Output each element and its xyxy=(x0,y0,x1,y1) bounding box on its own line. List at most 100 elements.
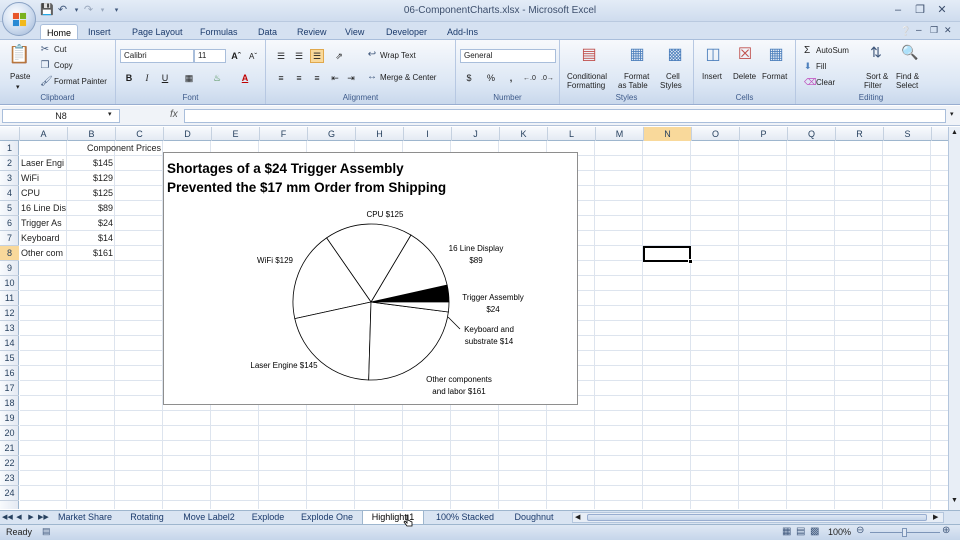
row-header-1[interactable]: 1 xyxy=(0,141,19,156)
column-header-l[interactable]: L xyxy=(548,127,596,141)
align-right-icon[interactable]: ≡ xyxy=(310,71,324,85)
pie-chart[interactable]: Shortages of a $24 Trigger Assembly Prev… xyxy=(163,152,578,405)
scroll-up-icon[interactable]: ▲ xyxy=(951,129,958,136)
row-header-5[interactable]: 5 xyxy=(0,201,19,216)
row-header-16[interactable]: 16 xyxy=(0,366,19,381)
column-header-b[interactable]: B xyxy=(68,127,116,141)
find-select-icon[interactable]: 🔍 xyxy=(900,44,920,61)
horizontal-scrollbar[interactable]: ◀ ▶ xyxy=(572,512,944,523)
save-icon[interactable]: 💾 xyxy=(40,4,54,17)
row-header-24[interactable]: 24 xyxy=(0,486,19,501)
redo-dropdown-icon[interactable]: ▾ xyxy=(96,4,109,17)
format-as-table-label[interactable]: Format xyxy=(624,72,649,81)
restore-icon[interactable]: ❐ xyxy=(912,3,928,17)
paste-button[interactable]: Paste xyxy=(10,72,30,81)
clear-button[interactable]: Clear xyxy=(816,78,835,87)
format-painter-icon[interactable]: 🖌 xyxy=(40,76,53,87)
sheet-tab-explode-one[interactable]: Explode One xyxy=(294,511,360,525)
column-header-p[interactable]: P xyxy=(740,127,788,141)
data-label-16-line-display[interactable]: 16 Line Display $89 xyxy=(449,244,504,265)
sheet-tab-move-label2[interactable]: Move Label2 xyxy=(176,511,242,525)
tab-formulas[interactable]: Formulas xyxy=(194,24,244,40)
row-header-7[interactable]: 7 xyxy=(0,231,19,246)
row-header-4[interactable]: 4 xyxy=(0,186,19,201)
underline-button[interactable]: U xyxy=(158,71,172,85)
decrease-indent-icon[interactable]: ⇤ xyxy=(328,71,342,85)
orientation-icon[interactable]: ⇗ xyxy=(332,49,346,63)
page-break-view-icon[interactable]: ▩ xyxy=(810,526,819,537)
row-header-3[interactable]: 3 xyxy=(0,171,19,186)
column-header-k[interactable]: K xyxy=(500,127,548,141)
macro-record-icon[interactable]: ▤ xyxy=(42,526,51,537)
expand-formula-bar-icon[interactable]: ▾ xyxy=(950,110,954,118)
cell-styles-label[interactable]: Cell xyxy=(666,72,680,81)
insert-cells-button[interactable]: Insert xyxy=(702,72,722,81)
font-color-icon[interactable]: A xyxy=(238,71,252,85)
cut-icon[interactable]: ✂ xyxy=(40,44,50,55)
align-left-icon[interactable]: ≡ xyxy=(274,71,288,85)
sheet-tab-explode[interactable]: Explode xyxy=(246,511,290,525)
column-header-c[interactable]: C xyxy=(116,127,164,141)
conditional-formatting-icon[interactable]: ▤ xyxy=(578,44,600,64)
format-as-table-label-2[interactable]: as Table xyxy=(618,81,648,90)
merge-center-button[interactable]: Merge & Center xyxy=(380,73,436,82)
format-as-table-icon[interactable]: ▦ xyxy=(626,44,648,64)
column-header-m[interactable]: M xyxy=(596,127,644,141)
cell-styles-icon[interactable]: ▩ xyxy=(664,44,686,64)
column-header-d[interactable]: D xyxy=(164,127,212,141)
column-header-r[interactable]: R xyxy=(836,127,884,141)
pie-slice-other-components-and-labor[interactable] xyxy=(368,301,449,381)
row-header-15[interactable]: 15 xyxy=(0,351,19,366)
column-header-g[interactable]: G xyxy=(308,127,356,141)
cell-a4[interactable]: CPU xyxy=(21,186,68,201)
tab-developer[interactable]: Developer xyxy=(380,24,433,40)
workbook-minimize-icon[interactable]: – xyxy=(916,25,922,36)
sheet-tab-doughnut[interactable]: Doughnut xyxy=(506,511,562,525)
sheet-tab-100-stacked[interactable]: 100% Stacked xyxy=(428,511,502,525)
cell-b5[interactable]: $89 xyxy=(68,201,115,216)
tab-data[interactable]: Data xyxy=(252,24,283,40)
number-format-select[interactable]: General xyxy=(460,49,556,63)
first-sheet-icon[interactable]: ◀◀ xyxy=(2,512,13,524)
data-label-wifi[interactable]: WiFi $129 xyxy=(257,256,294,265)
prev-sheet-icon[interactable]: ◀ xyxy=(14,512,24,524)
sheet-tab-rotating[interactable]: Rotating xyxy=(122,511,172,525)
select-all-corner[interactable] xyxy=(0,127,20,141)
zoom-slider-thumb[interactable] xyxy=(902,528,907,537)
tab-review[interactable]: Review xyxy=(291,24,333,40)
name-box[interactable]: N8 xyxy=(2,109,120,123)
tab-view[interactable]: View xyxy=(339,24,370,40)
tab-page-layout[interactable]: Page Layout xyxy=(126,24,189,40)
row-header-9[interactable]: 9 xyxy=(0,261,19,276)
sheet-tab-market-share[interactable]: Market Share xyxy=(52,511,118,525)
find-select-label[interactable]: Find & xyxy=(896,72,919,81)
data-label-cpu[interactable]: CPU $125 xyxy=(367,210,404,219)
format-cells-button[interactable]: Format xyxy=(762,72,787,81)
zoom-level[interactable]: 100% xyxy=(828,527,851,537)
autosum-icon[interactable]: Σ xyxy=(804,45,810,56)
scroll-down-icon[interactable]: ▼ xyxy=(951,497,958,504)
fill-color-icon[interactable]: ♨ xyxy=(210,71,224,85)
cell-a6[interactable]: Trigger As xyxy=(21,216,68,231)
column-header-a[interactable]: A xyxy=(20,127,68,141)
row-header-22[interactable]: 22 xyxy=(0,456,19,471)
formula-input[interactable] xyxy=(184,109,946,123)
column-header-e[interactable]: E xyxy=(212,127,260,141)
office-button[interactable] xyxy=(2,2,36,36)
cell-a5[interactable]: 16 Line Dis xyxy=(21,201,68,216)
minimize-icon[interactable]: – xyxy=(890,3,906,17)
row-header-14[interactable]: 14 xyxy=(0,336,19,351)
align-middle-icon[interactable]: ☰ xyxy=(292,49,306,63)
cell-b6[interactable]: $24 xyxy=(68,216,115,231)
page-layout-view-icon[interactable]: ▤ xyxy=(796,526,805,537)
autosum-button[interactable]: AutoSum xyxy=(816,46,849,55)
tab-add-ins[interactable]: Add-Ins xyxy=(441,24,484,40)
row-header-13[interactable]: 13 xyxy=(0,321,19,336)
scroll-left-icon[interactable]: ◀ xyxy=(575,513,580,521)
normal-view-icon[interactable]: ▦ xyxy=(782,526,791,537)
row-header-23[interactable]: 23 xyxy=(0,471,19,486)
column-header-o[interactable]: O xyxy=(692,127,740,141)
row-header-6[interactable]: 6 xyxy=(0,216,19,231)
paste-dropdown-icon[interactable]: ▾ xyxy=(16,83,20,91)
conditional-formatting-label-2[interactable]: Formatting xyxy=(567,81,605,90)
